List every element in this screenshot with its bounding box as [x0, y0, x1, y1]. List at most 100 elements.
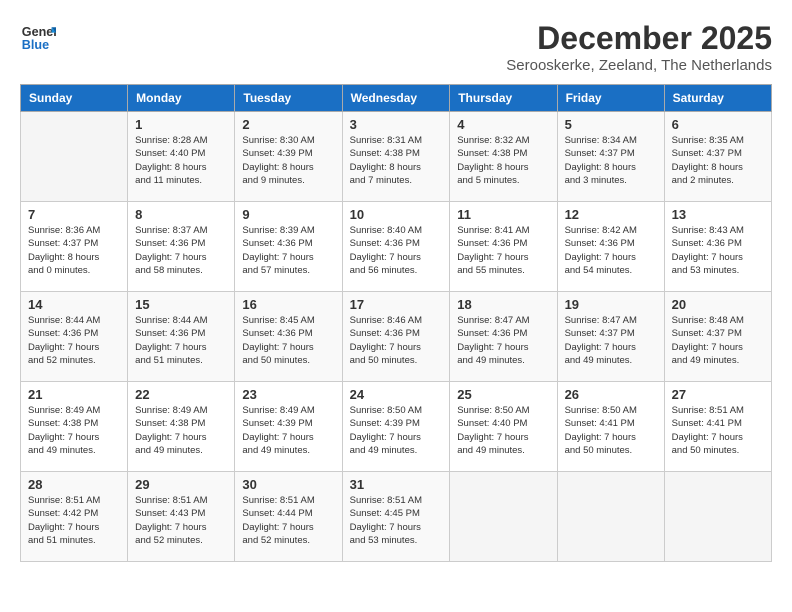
day-number: 22 — [135, 387, 227, 402]
day-number: 15 — [135, 297, 227, 312]
calendar-cell: 25 Sunrise: 8:50 AM Sunset: 4:40 PM Dayli… — [450, 382, 557, 472]
day-info: Sunrise: 8:32 AM Sunset: 4:38 PM Dayligh… — [457, 134, 549, 187]
calendar-cell: 18Sunrise: 8:47 AM Sunset: 4:36 PM Dayli… — [450, 292, 557, 382]
calendar-cell: 15 Sunrise: 8:44 AM Sunset: 4:36 PM Dayli… — [128, 292, 235, 382]
day-number: 20 — [672, 297, 764, 312]
day-number: 6 — [672, 117, 764, 132]
column-header-tuesday: Tuesday — [235, 85, 342, 112]
day-info: Sunrise: 8:47 AM Sunset: 4:37 PM Dayligh… — [565, 314, 657, 367]
column-header-sunday: Sunday — [21, 85, 128, 112]
calendar-cell: 1 Sunrise: 8:28 AM Sunset: 4:40 PM Daylig… — [128, 112, 235, 202]
day-number: 17 — [350, 297, 443, 312]
day-number: 25 — [457, 387, 549, 402]
day-number: 13 — [672, 207, 764, 222]
day-number: 12 — [565, 207, 657, 222]
calendar-cell: 11Sunrise: 8:41 AM Sunset: 4:36 PM Dayli… — [450, 202, 557, 292]
calendar-cell: 6 Sunrise: 8:35 AM Sunset: 4:37 PM Daylig… — [664, 112, 771, 202]
day-info: Sunrise: 8:51 AM Sunset: 4:41 PM Dayligh… — [672, 404, 764, 457]
day-number: 10 — [350, 207, 443, 222]
day-number: 21 — [28, 387, 120, 402]
calendar-cell: 8Sunrise: 8:37 AM Sunset: 4:36 PM Daylig… — [128, 202, 235, 292]
day-info: Sunrise: 8:44 AM Sunset: 4:36 PM Dayligh… — [28, 314, 120, 367]
day-info: Sunrise: 8:31 AM Sunset: 4:38 PM Dayligh… — [350, 134, 443, 187]
day-info: Sunrise: 8:49 AM Sunset: 4:38 PM Dayligh… — [135, 404, 227, 457]
calendar-table: SundayMondayTuesdayWednesdayThursdayFrid… — [20, 84, 772, 562]
calendar-cell: 22 Sunrise: 8:49 AM Sunset: 4:38 PM Dayli… — [128, 382, 235, 472]
calendar-cell: 5 Sunrise: 8:34 AM Sunset: 4:37 PM Daylig… — [557, 112, 664, 202]
day-info: Sunrise: 8:51 AM Sunset: 4:42 PM Dayligh… — [28, 494, 120, 547]
calendar-cell: 21 Sunrise: 8:49 AM Sunset: 4:38 PM Dayli… — [21, 382, 128, 472]
calendar-cell: 27 Sunrise: 8:51 AM Sunset: 4:41 PM Dayli… — [664, 382, 771, 472]
day-number: 29 — [135, 477, 227, 492]
day-number: 2 — [242, 117, 334, 132]
day-info: Sunrise: 8:35 AM Sunset: 4:37 PM Dayligh… — [672, 134, 764, 187]
calendar-cell: 13 Sunrise: 8:43 AM Sunset: 4:36 PM Dayli… — [664, 202, 771, 292]
day-number: 19 — [565, 297, 657, 312]
logo: General Blue — [20, 20, 56, 56]
day-info: Sunrise: 8:51 AM Sunset: 4:45 PM Dayligh… — [350, 494, 443, 547]
calendar-cell: 12 Sunrise: 8:42 AM Sunset: 4:36 PM Dayli… — [557, 202, 664, 292]
calendar-cell: 7 Sunrise: 8:36 AM Sunset: 4:37 PM Daylig… — [21, 202, 128, 292]
calendar-week-3: 14 Sunrise: 8:44 AM Sunset: 4:36 PM Dayli… — [21, 292, 772, 382]
day-number: 23 — [242, 387, 334, 402]
day-number: 3 — [350, 117, 443, 132]
day-number: 7 — [28, 207, 120, 222]
day-info: Sunrise: 8:46 AM Sunset: 4:36 PM Dayligh… — [350, 314, 443, 367]
calendar-cell: 29 Sunrise: 8:51 AM Sunset: 4:43 PM Dayli… — [128, 472, 235, 562]
day-info: Sunrise: 8:50 AM Sunset: 4:41 PM Dayligh… — [565, 404, 657, 457]
calendar-cell: 23 Sunrise: 8:49 AM Sunset: 4:39 PM Dayli… — [235, 382, 342, 472]
day-info: Sunrise: 8:30 AM Sunset: 4:39 PM Dayligh… — [242, 134, 334, 187]
day-info: Sunrise: 8:48 AM Sunset: 4:37 PM Dayligh… — [672, 314, 764, 367]
day-info: Sunrise: 8:51 AM Sunset: 4:44 PM Dayligh… — [242, 494, 334, 547]
calendar-cell: 24Sunrise: 8:50 AM Sunset: 4:39 PM Dayli… — [342, 382, 450, 472]
day-info: Sunrise: 8:49 AM Sunset: 4:39 PM Dayligh… — [242, 404, 334, 457]
calendar-cell: 3 Sunrise: 8:31 AM Sunset: 4:38 PM Daylig… — [342, 112, 450, 202]
svg-text:Blue: Blue — [22, 38, 49, 52]
calendar-cell — [450, 472, 557, 562]
column-header-monday: Monday — [128, 85, 235, 112]
calendar-cell — [557, 472, 664, 562]
day-number: 26 — [565, 387, 657, 402]
calendar-cell: 4 Sunrise: 8:32 AM Sunset: 4:38 PM Daylig… — [450, 112, 557, 202]
day-info: Sunrise: 8:43 AM Sunset: 4:36 PM Dayligh… — [672, 224, 764, 277]
calendar-cell — [664, 472, 771, 562]
calendar-week-2: 7 Sunrise: 8:36 AM Sunset: 4:37 PM Daylig… — [21, 202, 772, 292]
day-number: 14 — [28, 297, 120, 312]
day-number: 31 — [350, 477, 443, 492]
calendar-cell: 10Sunrise: 8:40 AM Sunset: 4:36 PM Dayli… — [342, 202, 450, 292]
calendar-week-4: 21 Sunrise: 8:49 AM Sunset: 4:38 PM Dayli… — [21, 382, 772, 472]
day-number: 28 — [28, 477, 120, 492]
calendar-cell: 28 Sunrise: 8:51 AM Sunset: 4:42 PM Dayli… — [21, 472, 128, 562]
day-number: 11 — [457, 207, 549, 222]
day-number: 9 — [242, 207, 334, 222]
column-header-saturday: Saturday — [664, 85, 771, 112]
day-number: 27 — [672, 387, 764, 402]
day-info: Sunrise: 8:42 AM Sunset: 4:36 PM Dayligh… — [565, 224, 657, 277]
day-number: 30 — [242, 477, 334, 492]
day-info: Sunrise: 8:34 AM Sunset: 4:37 PM Dayligh… — [565, 134, 657, 187]
calendar-week-1: 1 Sunrise: 8:28 AM Sunset: 4:40 PM Daylig… — [21, 112, 772, 202]
calendar-cell: 17 Sunrise: 8:46 AM Sunset: 4:36 PM Dayli… — [342, 292, 450, 382]
day-info: Sunrise: 8:50 AM Sunset: 4:40 PM Dayligh… — [457, 404, 549, 457]
calendar-cell: 9 Sunrise: 8:39 AM Sunset: 4:36 PM Daylig… — [235, 202, 342, 292]
day-number: 18 — [457, 297, 549, 312]
day-number: 4 — [457, 117, 549, 132]
calendar-cell: 16Sunrise: 8:45 AM Sunset: 4:36 PM Dayli… — [235, 292, 342, 382]
day-info: Sunrise: 8:44 AM Sunset: 4:36 PM Dayligh… — [135, 314, 227, 367]
column-header-wednesday: Wednesday — [342, 85, 450, 112]
day-info: Sunrise: 8:36 AM Sunset: 4:37 PM Dayligh… — [28, 224, 120, 277]
day-number: 5 — [565, 117, 657, 132]
page-header: General Blue December 2025 Serooskerke, … — [20, 20, 772, 74]
title-area: December 2025 Serooskerke, Zeeland, The … — [506, 20, 772, 74]
logo-icon: General Blue — [20, 20, 56, 56]
day-info: Sunrise: 8:51 AM Sunset: 4:43 PM Dayligh… — [135, 494, 227, 547]
day-info: Sunrise: 8:39 AM Sunset: 4:36 PM Dayligh… — [242, 224, 334, 277]
day-number: 1 — [135, 117, 227, 132]
calendar-cell — [21, 112, 128, 202]
calendar-cell: 30 Sunrise: 8:51 AM Sunset: 4:44 PM Dayli… — [235, 472, 342, 562]
day-number: 8 — [135, 207, 227, 222]
day-info: Sunrise: 8:49 AM Sunset: 4:38 PM Dayligh… — [28, 404, 120, 457]
calendar-week-5: 28 Sunrise: 8:51 AM Sunset: 4:42 PM Dayli… — [21, 472, 772, 562]
column-header-thursday: Thursday — [450, 85, 557, 112]
day-info: Sunrise: 8:28 AM Sunset: 4:40 PM Dayligh… — [135, 134, 227, 187]
